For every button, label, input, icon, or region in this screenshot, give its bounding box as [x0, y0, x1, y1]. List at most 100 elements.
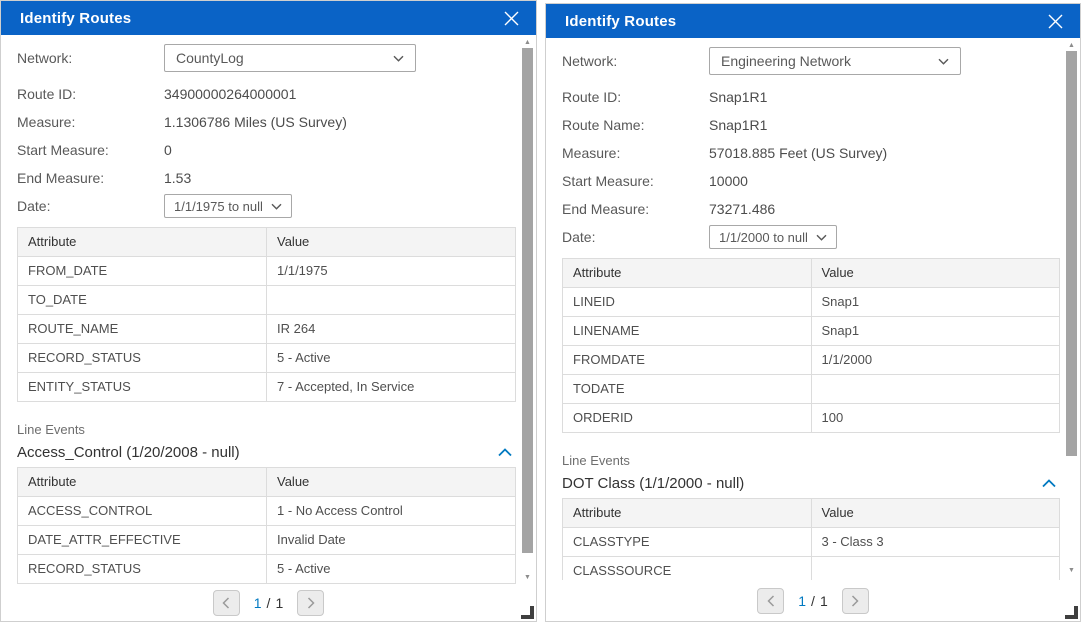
table-row[interactable]: FROM_DATE1/1/1975 — [18, 257, 516, 286]
table-header-row: AttributeValue — [563, 499, 1060, 528]
attribute-cell: DATE_ATTR_EFFECTIVE — [18, 526, 267, 555]
table-row[interactable]: CLASSTYPE3 - Class 3 — [563, 528, 1060, 557]
scrollbar-thumb[interactable] — [522, 48, 533, 553]
table-row[interactable]: DATE_ATTR_EFFECTIVEInvalid Date — [18, 526, 516, 555]
measure-value: 57018.885 Feet (US Survey) — [709, 145, 887, 161]
panel-title: Identify Routes — [20, 10, 131, 27]
start-measure-value: 10000 — [709, 173, 748, 189]
date-select[interactable]: 1/1/2000 to null — [709, 225, 837, 249]
panel-header[interactable]: Identify Routes — [1, 1, 536, 35]
panel-header[interactable]: Identify Routes — [546, 4, 1080, 38]
close-button[interactable] — [1042, 8, 1068, 34]
date-label: Date: — [562, 229, 709, 245]
route-name-label: Route Name: — [562, 117, 709, 133]
chevron-left-icon — [222, 597, 230, 609]
network-select[interactable]: CountyLog — [164, 44, 416, 72]
network-select[interactable]: Engineering Network — [709, 47, 961, 75]
chevron-up-icon — [498, 448, 512, 457]
chevron-down-icon — [271, 203, 282, 210]
prev-page-button[interactable] — [213, 590, 240, 616]
page-indicator: 1 / 1 — [798, 593, 827, 609]
attribute-cell: FROMDATE — [563, 346, 812, 375]
scrollbar[interactable]: ▲ ▼ — [520, 36, 535, 584]
column-header: Value — [267, 228, 516, 257]
route-attribute-table: AttributeValueLINEIDSnap1LINENAMESnap1FR… — [562, 258, 1060, 433]
table-row[interactable]: RECORD_STATUS5 - Active — [18, 555, 516, 584]
attribute-cell: TO_DATE — [18, 286, 267, 315]
column-header: Value — [811, 499, 1060, 528]
page-separator: / — [267, 595, 271, 611]
chevron-down-icon — [271, 203, 282, 210]
network-field-row: Network:Engineering Network — [562, 47, 1060, 75]
table-header-row: AttributeValue — [18, 228, 516, 257]
fields-section: Network:CountyLogRoute ID:34900000264000… — [17, 44, 516, 220]
resize-grip-icon[interactable] — [1065, 606, 1078, 619]
table-row[interactable]: LINEIDSnap1 — [563, 288, 1060, 317]
next-page-button[interactable] — [842, 588, 869, 614]
attribute-cell: LINENAME — [563, 317, 812, 346]
date-label: Date: — [17, 198, 164, 214]
table-row[interactable]: ENTITY_STATUS7 - Accepted, In Service — [18, 373, 516, 402]
value-cell: Snap1 — [811, 288, 1060, 317]
collapse-button[interactable] — [1040, 474, 1058, 492]
date-select[interactable]: 1/1/1975 to null — [164, 194, 292, 218]
line-event-table: AttributeValueCLASSTYPE3 - Class 3CLASSS… — [562, 498, 1060, 580]
date-field-row: Date: 1/1/1975 to null — [17, 192, 516, 220]
table-row[interactable]: ACCESS_CONTROL1 - No Access Control — [18, 497, 516, 526]
table-row[interactable]: TO_DATE — [18, 286, 516, 315]
close-button[interactable] — [498, 5, 524, 31]
chevron-right-icon — [851, 595, 859, 607]
chevron-left-icon — [767, 595, 775, 607]
table-header-row: AttributeValue — [563, 259, 1060, 288]
scroll-down-icon[interactable]: ▼ — [520, 573, 535, 582]
attribute-cell: ORDERID — [563, 404, 812, 433]
start-measure-label: Start Measure: — [562, 173, 709, 189]
panel-title: Identify Routes — [565, 13, 676, 30]
column-header: Attribute — [563, 499, 812, 528]
chevron-down-icon — [393, 55, 404, 62]
network-selected-value: Engineering Network — [721, 53, 851, 69]
measure-field-row: Measure:1.1306786 Miles (US Survey) — [17, 108, 516, 136]
chevron-down-icon — [393, 55, 404, 62]
line-events-label: Line Events — [17, 422, 516, 437]
scrollbar-thumb[interactable] — [1066, 51, 1077, 456]
table-row[interactable]: TODATE — [563, 375, 1060, 404]
table-row[interactable]: ORDERID100 — [563, 404, 1060, 433]
pagination: 1 / 1 — [1, 584, 536, 621]
route-name-field-row: Route Name:Snap1R1 — [562, 111, 1060, 139]
chevron-down-icon — [816, 234, 827, 241]
value-cell: Invalid Date — [267, 526, 516, 555]
chevron-right-icon — [307, 597, 315, 609]
scroll-down-icon[interactable]: ▼ — [1064, 566, 1079, 575]
total-pages: 1 — [275, 595, 283, 611]
table-row[interactable]: FROMDATE1/1/2000 — [563, 346, 1060, 375]
attribute-cell: CLASSSOURCE — [563, 557, 812, 581]
table-row[interactable]: ROUTE_NAMEIR 264 — [18, 315, 516, 344]
next-page-button[interactable] — [297, 590, 324, 616]
value-cell: 1 - No Access Control — [267, 497, 516, 526]
value-cell: 1/1/2000 — [811, 346, 1060, 375]
resize-grip-icon[interactable] — [521, 606, 534, 619]
table-row[interactable]: CLASSSOURCE — [563, 557, 1060, 581]
column-header: Attribute — [563, 259, 812, 288]
scrollbar[interactable]: ▲ ▼ — [1064, 39, 1079, 577]
table-row[interactable]: RECORD_STATUS5 - Active — [18, 344, 516, 373]
fields-section: Network:Engineering NetworkRoute ID:Snap… — [562, 47, 1060, 251]
route-id-field-row: Route ID:34900000264000001 — [17, 80, 516, 108]
table-row[interactable]: LINENAMESnap1 — [563, 317, 1060, 346]
value-cell: 3 - Class 3 — [811, 528, 1060, 557]
measure-value: 1.1306786 Miles (US Survey) — [164, 114, 347, 130]
value-cell: 5 - Active — [267, 555, 516, 584]
measure-field-row: Measure:57018.885 Feet (US Survey) — [562, 139, 1060, 167]
end-measure-value: 73271.486 — [709, 201, 775, 217]
date-selected-value: 1/1/1975 to null — [174, 199, 263, 214]
start-measure-label: Start Measure: — [17, 142, 164, 158]
end-measure-label: End Measure: — [562, 201, 709, 217]
collapse-button[interactable] — [496, 443, 514, 461]
attribute-cell: CLASSTYPE — [563, 528, 812, 557]
table-header-row: AttributeValue — [18, 468, 516, 497]
scroll-up-icon[interactable]: ▲ — [1064, 41, 1079, 50]
end-measure-field-row: End Measure:73271.486 — [562, 195, 1060, 223]
scroll-up-icon[interactable]: ▲ — [520, 38, 535, 47]
prev-page-button[interactable] — [757, 588, 784, 614]
